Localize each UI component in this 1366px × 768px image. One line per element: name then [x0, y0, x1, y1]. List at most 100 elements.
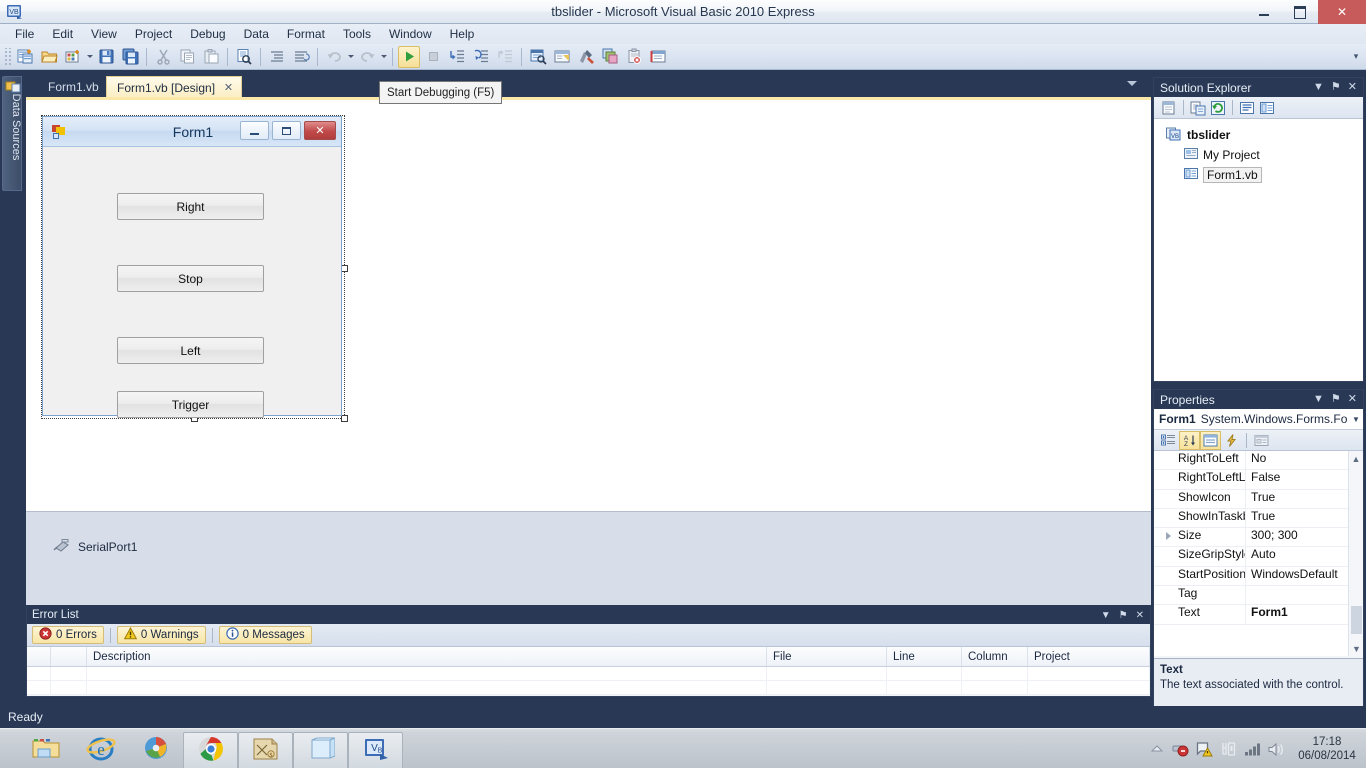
scroll-down-icon[interactable]: ▼: [1349, 641, 1363, 656]
resize-handle-east[interactable]: [341, 265, 348, 272]
messages-filter-button[interactable]: 0 Messages: [218, 626, 312, 644]
property-row[interactable]: StartPosition WindowsDefault: [1154, 566, 1363, 587]
scroll-up-icon[interactable]: ▲: [1349, 451, 1363, 466]
chevron-down-icon[interactable]: [1127, 81, 1137, 86]
add-new-item-chevron-down-icon[interactable]: [85, 46, 94, 68]
column-header-line[interactable]: Line: [887, 647, 962, 666]
property-row[interactable]: SizeGripStyle Auto: [1154, 547, 1363, 567]
find-icon[interactable]: [233, 46, 255, 68]
form-button-trigger[interactable]: Trigger: [117, 391, 264, 418]
uncomment-icon[interactable]: [290, 46, 312, 68]
taskbar-firefox[interactable]: [128, 730, 183, 768]
undo-icon[interactable]: [323, 46, 345, 68]
property-value[interactable]: 300; 300: [1246, 528, 1363, 546]
errors-filter-button[interactable]: 0 Errors: [32, 626, 104, 644]
column-header-column[interactable]: Column: [962, 647, 1028, 666]
start-debugging-icon[interactable]: [398, 45, 420, 68]
menu-project[interactable]: Project: [126, 24, 181, 44]
property-row[interactable]: ShowInTaskb True: [1154, 508, 1363, 529]
property-row[interactable]: RightToLeft No: [1154, 451, 1363, 471]
tab-form1-vb[interactable]: Form1.vb: [38, 76, 109, 98]
immediate-window-icon[interactable]: [647, 46, 669, 68]
error-list-icon[interactable]: [623, 46, 645, 68]
form1-preview[interactable]: Form1 ✕ Right Stop Left Trigger: [42, 116, 342, 418]
cut-icon[interactable]: [152, 46, 174, 68]
step-over-icon[interactable]: [470, 46, 492, 68]
close-button[interactable]: [1318, 0, 1366, 24]
show-all-files-icon[interactable]: [1188, 98, 1208, 118]
table-row[interactable]: [27, 667, 1150, 681]
property-value[interactable]: True: [1246, 509, 1363, 527]
column-header-file[interactable]: File: [767, 647, 887, 666]
volume-icon[interactable]: [1268, 741, 1285, 758]
tree-item-my-project[interactable]: My Project: [1154, 145, 1363, 165]
menu-debug[interactable]: Debug: [181, 24, 234, 44]
safely-remove-hardware-icon[interactable]: [1172, 741, 1189, 758]
column-header-description[interactable]: Description: [87, 647, 767, 666]
minimize-button[interactable]: [1246, 0, 1282, 24]
view-code-icon[interactable]: [1237, 98, 1257, 118]
toolbar-grip[interactable]: [3, 47, 11, 66]
properties-scrollbar[interactable]: ▲ ▼: [1348, 451, 1363, 656]
toolbar-options-icon[interactable]: ▾: [1350, 51, 1362, 62]
properties-icon[interactable]: [1159, 98, 1179, 118]
property-value[interactable]: No: [1246, 451, 1363, 469]
show-hidden-icons-icon[interactable]: [1148, 741, 1165, 758]
form-close-button[interactable]: ✕: [304, 121, 336, 140]
chevron-down-icon[interactable]: ▼: [1101, 610, 1111, 621]
pin-icon[interactable]: ⚑: [1119, 610, 1128, 621]
new-project-icon[interactable]: [14, 46, 36, 68]
menu-edit[interactable]: Edit: [43, 24, 82, 44]
taskbar-notes[interactable]: $: [238, 732, 293, 768]
form-button-stop[interactable]: Stop: [117, 265, 264, 292]
refresh-icon[interactable]: [1208, 98, 1228, 118]
form-button-right[interactable]: Right: [117, 193, 264, 220]
properties-icon[interactable]: [1200, 430, 1221, 450]
save-all-icon[interactable]: [119, 46, 141, 68]
alphabetical-icon[interactable]: A Z: [1179, 430, 1200, 450]
property-object-selector[interactable]: Form1 System.Windows.Forms.Fo ▼: [1154, 409, 1363, 430]
taskbar-visual-basic[interactable]: V B: [348, 732, 403, 768]
form-maximize-button[interactable]: [272, 121, 301, 140]
column-header-project[interactable]: Project: [1028, 647, 1150, 666]
property-value[interactable]: [1246, 586, 1363, 604]
scrollbar-thumb[interactable]: [1351, 606, 1362, 634]
property-pages-icon[interactable]: [1251, 431, 1272, 450]
menu-format[interactable]: Format: [278, 24, 334, 44]
tray-item-serialport1[interactable]: SerialPort1: [53, 538, 137, 555]
action-center-icon[interactable]: [1196, 741, 1213, 758]
table-row[interactable]: [27, 681, 1150, 695]
events-icon[interactable]: [1221, 431, 1242, 450]
form-button-left[interactable]: Left: [117, 337, 264, 364]
taskbar-windows-explorer[interactable]: [18, 730, 73, 768]
menu-data[interactable]: Data: [235, 24, 278, 44]
property-value[interactable]: Auto: [1246, 547, 1363, 565]
close-icon[interactable]: ✕: [1136, 610, 1144, 621]
property-row[interactable]: ShowIcon True: [1154, 489, 1363, 509]
tab-form1-vb-design[interactable]: Form1.vb [Design] ✕: [106, 76, 243, 99]
menu-window[interactable]: Window: [380, 24, 441, 44]
chevron-down-icon[interactable]: ▼: [1313, 82, 1324, 93]
paste-icon[interactable]: [200, 46, 222, 68]
menu-help[interactable]: Help: [441, 24, 484, 44]
taskbar-notepad[interactable]: [293, 732, 348, 768]
data-sources-tab[interactable]: Data Sources: [2, 76, 22, 191]
warnings-filter-button[interactable]: 0 Warnings: [116, 626, 206, 644]
property-value[interactable]: WindowsDefault: [1246, 567, 1363, 585]
tree-item-form1-vb[interactable]: Form1.vb: [1154, 165, 1363, 185]
column-header-blank1[interactable]: [27, 647, 51, 666]
menu-tools[interactable]: Tools: [334, 24, 380, 44]
chevron-down-icon[interactable]: ▼: [1313, 394, 1324, 405]
close-icon[interactable]: ✕: [1348, 82, 1357, 93]
pin-icon[interactable]: ⚑: [1331, 394, 1341, 405]
close-icon[interactable]: ✕: [224, 77, 233, 99]
step-out-icon[interactable]: [494, 46, 516, 68]
view-designer-icon[interactable]: [1257, 98, 1277, 118]
categorized-icon[interactable]: [1158, 431, 1179, 450]
property-value[interactable]: True: [1246, 490, 1363, 508]
close-icon[interactable]: ✕: [1348, 394, 1357, 405]
add-new-item-icon[interactable]: [62, 46, 84, 68]
open-file-icon[interactable]: [38, 46, 60, 68]
network-icon[interactable]: [1244, 741, 1261, 758]
pin-icon[interactable]: ⚑: [1331, 82, 1341, 93]
